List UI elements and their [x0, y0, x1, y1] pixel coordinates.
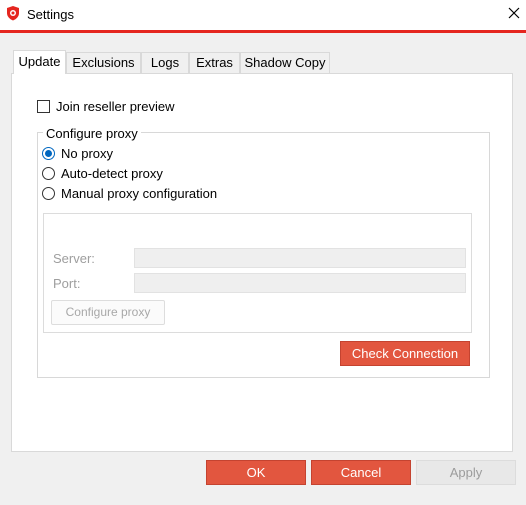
- port-input[interactable]: [134, 273, 466, 293]
- check-connection-button[interactable]: Check Connection: [340, 341, 470, 366]
- port-label: Port:: [53, 276, 81, 291]
- tab-label: Logs: [150, 55, 180, 70]
- title-accent-bar: [0, 30, 526, 33]
- manual-proxy-label: Manual proxy configuration: [61, 186, 218, 201]
- close-icon[interactable]: [506, 5, 522, 21]
- tab-label: Shadow Copy: [244, 55, 326, 70]
- server-input[interactable]: [134, 248, 466, 268]
- tab-shadow-copy[interactable]: Shadow Copy: [240, 52, 330, 73]
- tab-label: Extras: [196, 55, 233, 70]
- join-reseller-label: Join reseller preview: [56, 99, 175, 114]
- manual-proxy-radio[interactable]: [42, 187, 55, 200]
- tab-label: Update: [18, 54, 61, 69]
- ok-button[interactable]: OK: [206, 460, 306, 485]
- join-reseller-checkbox[interactable]: [37, 100, 50, 113]
- auto-detect-proxy-radio[interactable]: [42, 167, 55, 180]
- tab-extras[interactable]: Extras: [189, 52, 240, 73]
- tab-logs[interactable]: Logs: [141, 52, 189, 73]
- apply-button[interactable]: Apply: [416, 460, 516, 485]
- tab-label: Exclusions: [72, 55, 135, 70]
- title-bar: Settings: [0, 0, 526, 30]
- configure-proxy-legend: Configure proxy: [43, 126, 141, 141]
- configure-proxy-button[interactable]: Configure proxy: [51, 300, 165, 325]
- no-proxy-label: No proxy: [61, 146, 114, 161]
- no-proxy-radio[interactable]: [42, 147, 55, 160]
- window-title: Settings: [27, 7, 74, 22]
- tab-exclusions[interactable]: Exclusions: [66, 52, 141, 73]
- cancel-button[interactable]: Cancel: [311, 460, 411, 485]
- shield-icon: [5, 5, 21, 21]
- tab-update[interactable]: Update: [13, 50, 66, 74]
- auto-detect-proxy-label: Auto-detect proxy: [61, 166, 163, 181]
- server-label: Server:: [53, 251, 95, 266]
